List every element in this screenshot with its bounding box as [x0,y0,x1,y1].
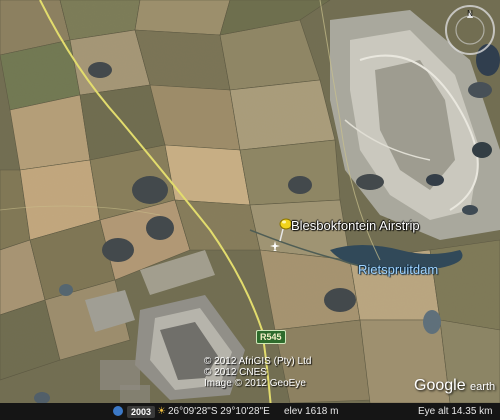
eye-altitude-readout: Eye alt 14.35 km [418,406,493,417]
imagery-date-badge[interactable]: 2003 [127,406,156,418]
coordinates-readout: 26°09'28"S 29°10'28"E [168,406,270,417]
airport-icon[interactable] [270,241,280,251]
copyright-line: Image © 2012 GeoEye [204,378,306,389]
sun-icon[interactable]: ☀ [157,406,166,417]
elevation-readout: elev 1618 m [284,406,339,417]
brand-google: Google [414,377,466,394]
brand-earth: earth [470,381,496,393]
compass-icon[interactable]: N [444,4,496,56]
compass-north: N [467,9,473,18]
map-viewer[interactable]: Blesbokfontein Airstrip Rietspruitdam R5… [0,0,500,420]
google-earth-logo: Google earth [414,377,495,395]
copyright-line: © 2012 CNES [204,367,267,378]
copyright-line: © 2012 AfriGIS (Pty) Ltd [204,356,312,367]
placemark-label[interactable]: Blesbokfontein Airstrip [291,218,420,233]
street-view-icon[interactable] [113,406,123,416]
route-shield: R545 [256,330,286,344]
copyright-notice: © 2012 AfriGIS (Pty) Ltd © 2012 CNES Ima… [204,356,311,389]
status-bar: 2003 ☀ 26°09'28"S 29°10'28"E elev 1618 m… [0,403,500,420]
water-label[interactable]: Rietspruitdam [358,262,438,277]
